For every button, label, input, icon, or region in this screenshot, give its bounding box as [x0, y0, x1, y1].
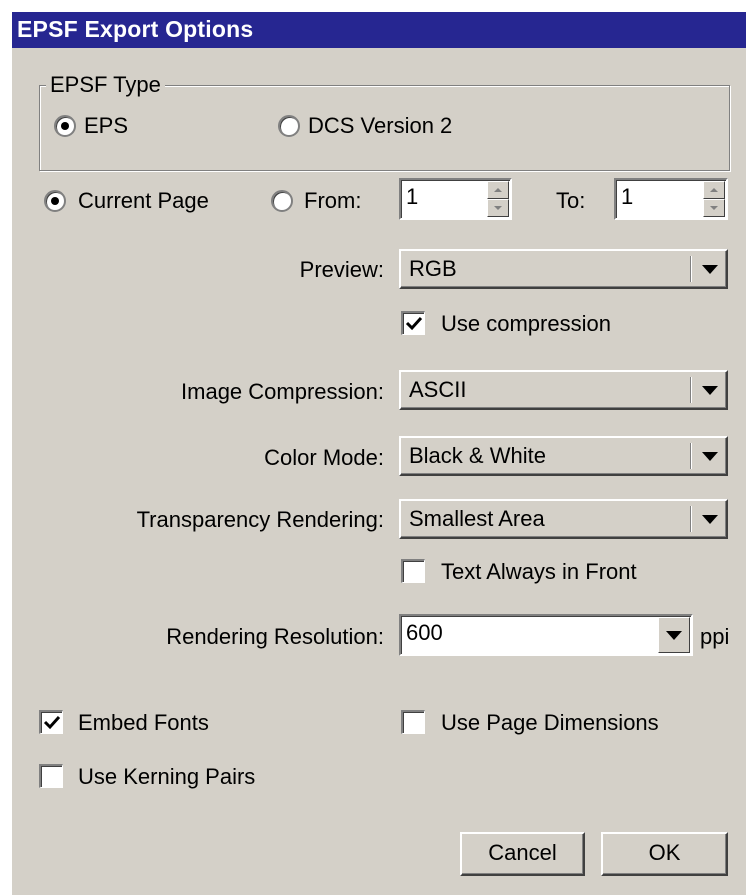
use-page-dimensions-checkbox[interactable]: [401, 710, 425, 734]
use-compression-label[interactable]: Use compression: [441, 311, 611, 337]
window-title: EPSF Export Options: [17, 16, 254, 42]
transparency-rendering-label: Transparency Rendering:: [136, 507, 384, 532]
to-label: To:: [556, 188, 586, 213]
use-kerning-pairs-checkbox[interactable]: [39, 764, 63, 788]
preview-label: Preview:: [299, 257, 384, 282]
image-compression-value: ASCII: [409, 377, 467, 402]
preview-value: RGB: [409, 256, 457, 281]
eps-radio[interactable]: [54, 115, 76, 137]
chevron-down-icon: [702, 452, 718, 461]
embed-fonts-checkbox[interactable]: [39, 710, 63, 734]
from-increment-button[interactable]: [487, 181, 509, 199]
image-compression-label: Image Compression:: [181, 379, 384, 404]
ok-button[interactable]: OK: [601, 832, 728, 876]
epsf-export-dialog: EPSF Export Options EPSF Type EPS DCS Ve…: [11, 11, 746, 895]
dropdown-separator: [690, 443, 692, 469]
rendering-resolution-value[interactable]: 600: [406, 620, 443, 646]
transparency-rendering-dropdown[interactable]: Smallest Area: [399, 499, 728, 539]
dropdown-separator: [690, 506, 692, 532]
from-radio[interactable]: [271, 190, 293, 212]
image-compression-dropdown[interactable]: ASCII: [399, 370, 728, 410]
to-page-stepper[interactable]: 1: [614, 178, 728, 220]
chevron-down-icon: [702, 515, 718, 524]
from-decrement-button[interactable]: [487, 199, 509, 217]
to-increment-button[interactable]: [703, 181, 725, 199]
title-bar[interactable]: EPSF Export Options: [12, 12, 746, 48]
rendering-resolution-label: Rendering Resolution:: [166, 624, 384, 649]
eps-radio-label[interactable]: EPS: [84, 113, 128, 139]
current-page-radio[interactable]: [44, 190, 66, 212]
rendering-resolution-combo[interactable]: 600: [399, 614, 693, 656]
cancel-button[interactable]: Cancel: [460, 832, 585, 876]
use-kerning-pairs-label[interactable]: Use Kerning Pairs: [78, 764, 255, 790]
from-page-stepper[interactable]: 1: [399, 178, 512, 220]
chevron-down-icon: [702, 386, 718, 395]
color-mode-label: Color Mode:: [264, 445, 384, 470]
from-label[interactable]: From:: [304, 188, 361, 214]
rendering-resolution-dropdown-button[interactable]: [658, 617, 690, 653]
color-mode-value: Black & White: [409, 443, 546, 468]
dcs-version-2-radio[interactable]: [278, 115, 300, 137]
chevron-down-icon: [702, 265, 718, 274]
ppi-unit-label: ppi: [700, 624, 730, 649]
use-compression-checkbox[interactable]: [401, 311, 425, 335]
use-page-dimensions-label[interactable]: Use Page Dimensions: [441, 710, 659, 736]
epsf-type-legend: EPSF Type: [46, 72, 165, 98]
transparency-rendering-value: Smallest Area: [409, 506, 545, 531]
checkmark-icon: [405, 316, 423, 331]
current-page-label[interactable]: Current Page: [78, 188, 209, 214]
dcs-version-2-radio-label[interactable]: DCS Version 2: [308, 113, 452, 139]
text-always-in-front-label[interactable]: Text Always in Front: [441, 559, 637, 585]
from-spinner[interactable]: [487, 181, 509, 217]
embed-fonts-label[interactable]: Embed Fonts: [78, 710, 209, 736]
color-mode-dropdown[interactable]: Black & White: [399, 436, 728, 476]
text-always-in-front-checkbox[interactable]: [401, 559, 425, 583]
checkmark-icon: [43, 715, 61, 730]
dropdown-separator: [690, 256, 692, 282]
dropdown-separator: [690, 377, 692, 403]
to-spinner[interactable]: [703, 181, 725, 217]
to-decrement-button[interactable]: [703, 199, 725, 217]
to-page-value[interactable]: 1: [621, 184, 633, 210]
from-page-value[interactable]: 1: [406, 184, 418, 210]
chevron-down-icon: [666, 631, 682, 640]
preview-dropdown[interactable]: RGB: [399, 249, 728, 289]
